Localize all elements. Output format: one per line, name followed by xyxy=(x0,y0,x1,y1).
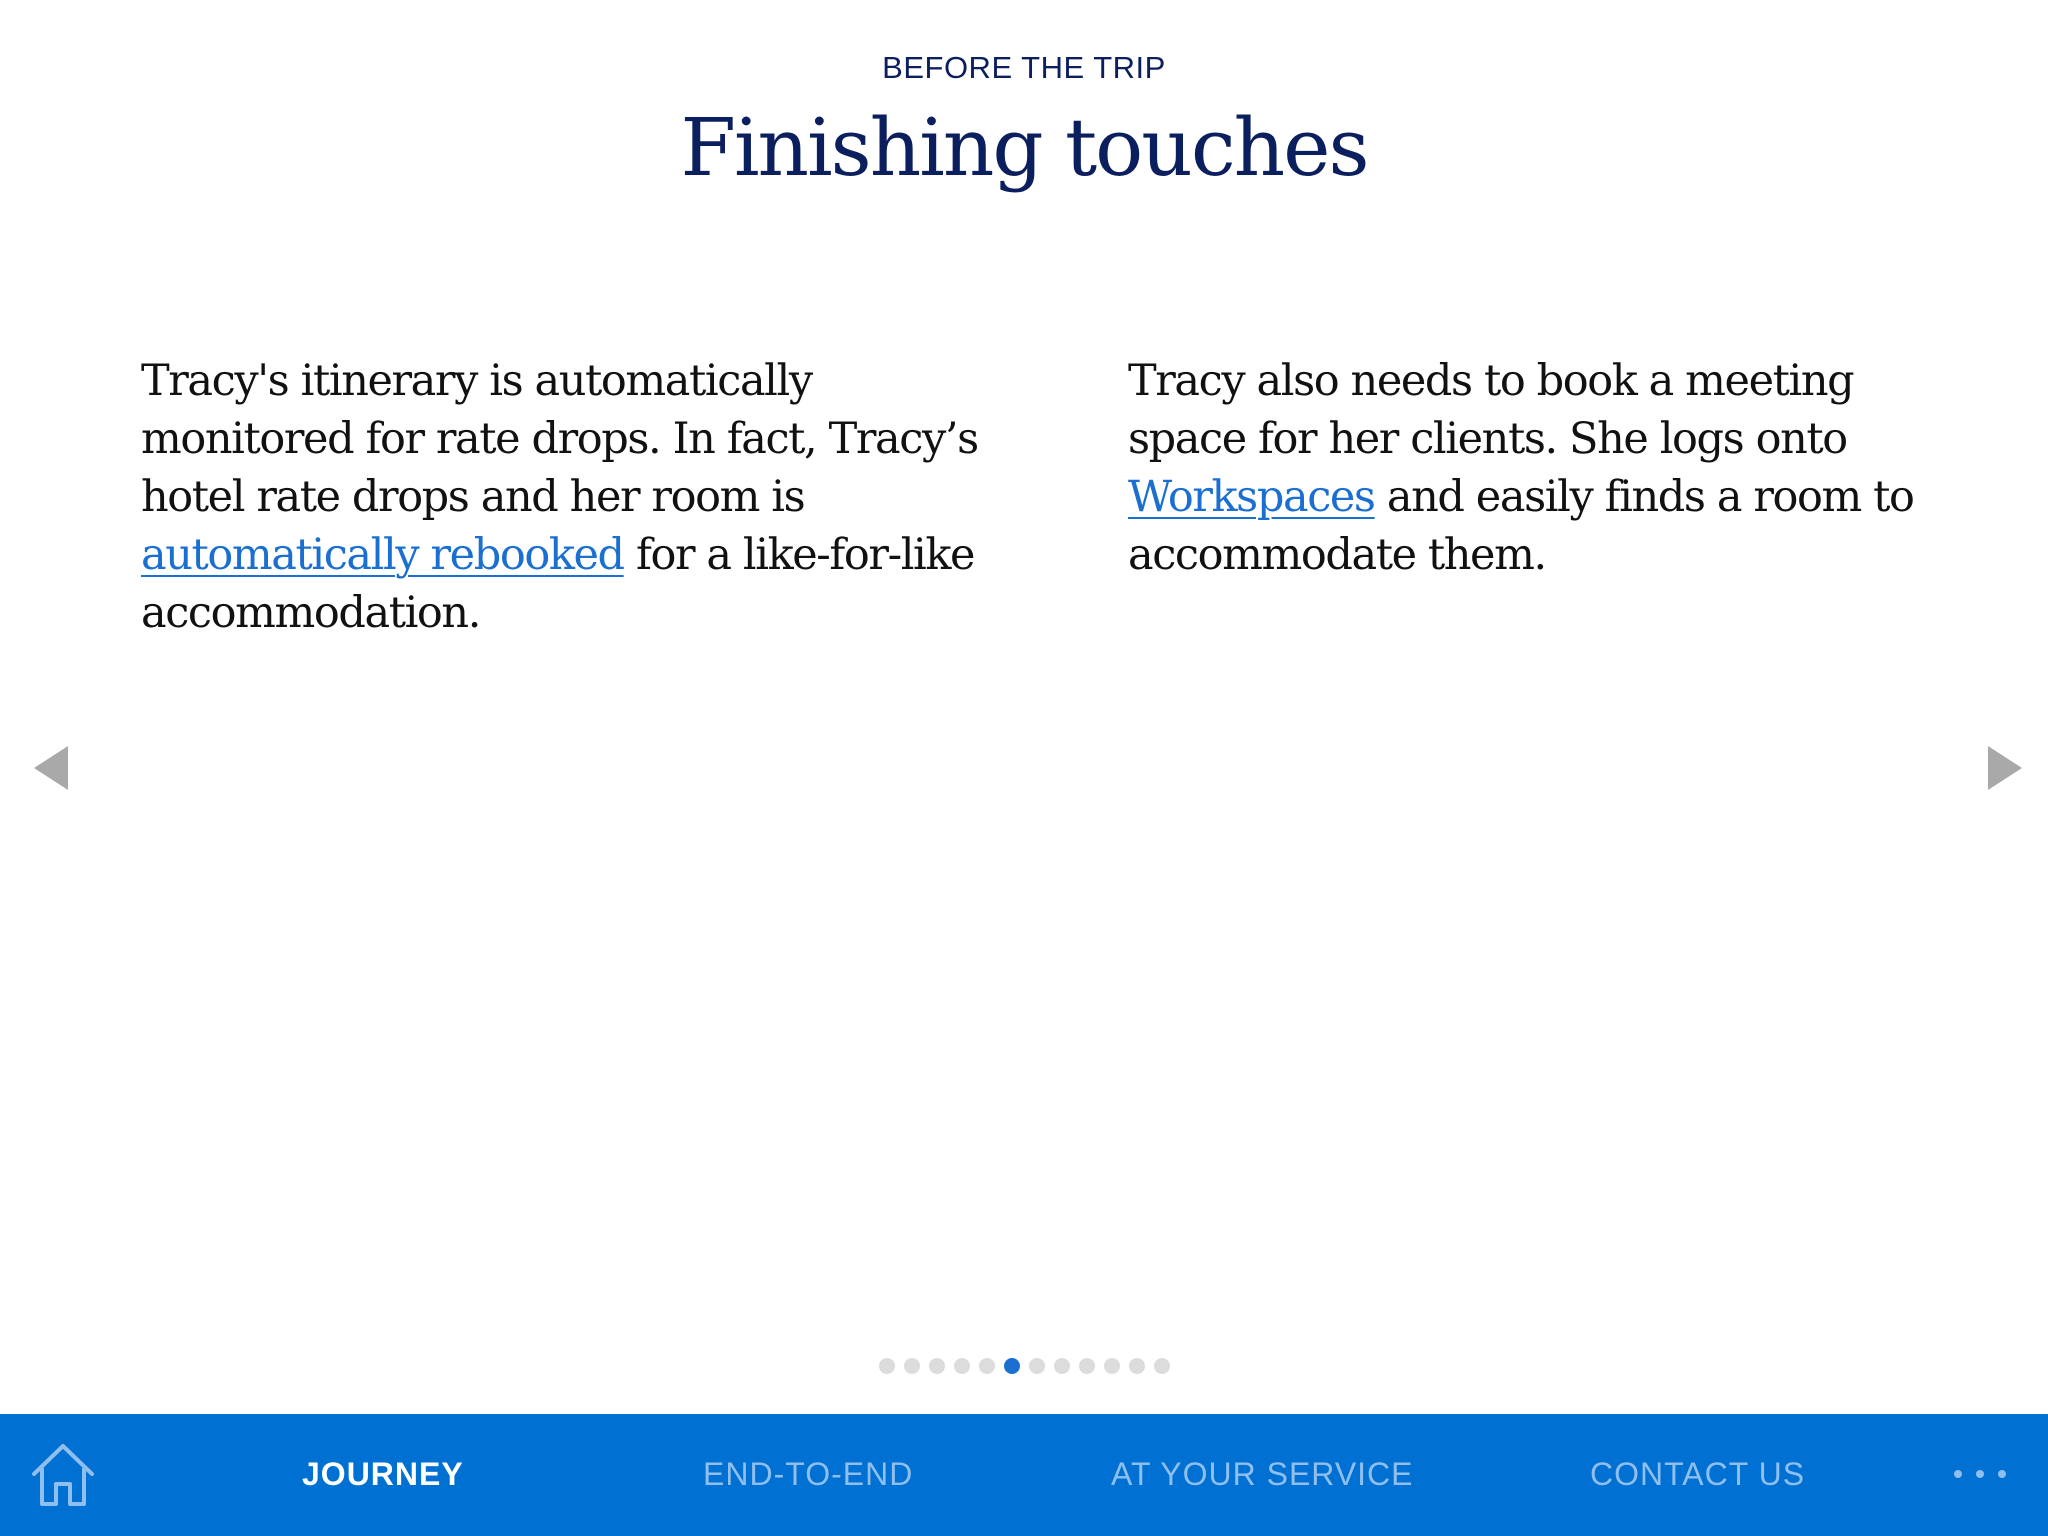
more-icon[interactable] xyxy=(1954,1470,2006,1480)
home-icon[interactable] xyxy=(28,1438,98,1510)
nav-item-end-to-end[interactable]: END-TO-END xyxy=(703,1456,913,1493)
page-title: Finishing touches xyxy=(680,101,1369,194)
workspaces-link[interactable]: Workspaces xyxy=(1128,472,1376,522)
page-dot[interactable] xyxy=(1028,1358,1045,1374)
automatically-rebooked-link[interactable]: automatically rebooked xyxy=(141,530,625,580)
page-dot[interactable] xyxy=(878,1358,895,1374)
next-arrow-icon[interactable] xyxy=(1988,746,2022,790)
page-dot[interactable] xyxy=(1078,1358,1095,1374)
page-dot[interactable] xyxy=(1128,1358,1145,1374)
page-dot[interactable] xyxy=(953,1358,970,1374)
left-text-before-link: Tracy's itinerary is automatically monit… xyxy=(141,356,979,522)
page-dot[interactable] xyxy=(1003,1358,1020,1374)
page-indicator xyxy=(0,1358,2048,1374)
nav-item-at-your-service[interactable]: AT YOUR SERVICE xyxy=(1111,1456,1414,1493)
nav-item-contact-us[interactable]: CONTACT US xyxy=(1590,1456,1805,1493)
page-dot[interactable] xyxy=(928,1358,945,1374)
section-eyebrow: BEFORE THE TRIP xyxy=(882,50,1166,85)
right-text-before-link: Tracy also needs to book a meeting space… xyxy=(1128,356,1855,464)
left-paragraph: Tracy's itinerary is automatically monit… xyxy=(141,352,1021,642)
nav-item-journey[interactable]: JOURNEY xyxy=(302,1456,464,1493)
page-dot[interactable] xyxy=(903,1358,920,1374)
page-dot[interactable] xyxy=(978,1358,995,1374)
bottom-navbar: JOURNEY END-TO-END AT YOUR SERVICE CONTA… xyxy=(0,1414,2048,1536)
page-dot[interactable] xyxy=(1153,1358,1170,1374)
right-paragraph: Tracy also needs to book a meeting space… xyxy=(1128,352,1948,584)
page-dot[interactable] xyxy=(1053,1358,1070,1374)
page-dot[interactable] xyxy=(1103,1358,1120,1374)
previous-arrow-icon[interactable] xyxy=(34,746,68,790)
